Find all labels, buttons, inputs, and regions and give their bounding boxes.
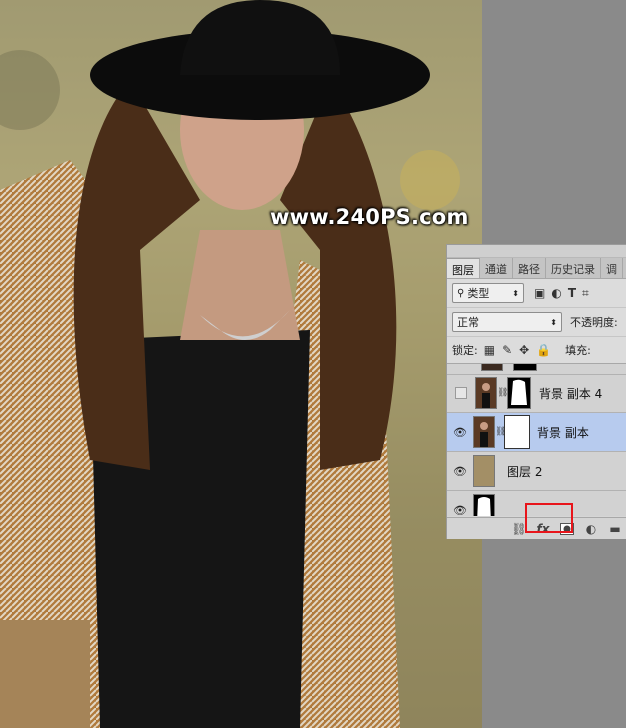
tab-paths[interactable]: 路径 [513,258,546,278]
layer-thumbnail [473,455,495,487]
layer-name: 背景 副本 4 [539,386,603,401]
panel-tabs: 图层 通道 路径 历史记录 调 [447,258,626,279]
layer-row-background-copy-4[interactable]: ⛓ 背景 副本 4 [447,374,626,413]
layer-mask-thumbnail[interactable] [507,377,531,409]
layer-name: 图层 2 [507,464,543,479]
adjustment-filter-icon[interactable]: ◐ [551,286,561,301]
tab-layers[interactable]: 图层 [447,258,480,278]
layers-list[interactable]: ⛓ 背景 副本 4 👁 ⛓ 背景 副本 👁 图层 2 👁 [447,364,626,516]
photo-illustration [0,0,482,728]
filter-type-value: 类型 [467,287,490,300]
lock-row: 锁定: ▦ ✎ ✥ 🔒 填充: [447,336,626,364]
visibility-toggle-off[interactable] [455,387,467,399]
type-filter-icon[interactable]: T [568,286,576,301]
folder-icon[interactable]: ▬ [607,521,623,537]
blend-mode-dropdown[interactable]: 正常 ⬍ [452,312,562,332]
fill-label: 填充: [565,344,591,357]
blend-row: 正常 ⬍ 不透明度: [447,307,626,336]
layers-panel[interactable]: 图层 通道 路径 历史记录 调 ⚲ 类型 ⬍ ▣ ◐ T ⌗ 正常 ⬍ 不透明度… [446,244,626,539]
layer-row-layer-2[interactable]: 👁 图层 2 [447,452,626,491]
layer-mask-thumbnail [513,364,537,371]
search-icon: ⚲ [457,287,465,299]
layer-name: 背景 副本 [537,425,589,440]
pixel-filter-icon[interactable]: ▣ [534,286,545,301]
blend-mode-value: 正常 [457,316,479,329]
lock-brush-icon[interactable]: ✎ [502,343,512,357]
tab-adjustments[interactable]: 调 [601,258,623,278]
highlight-box [525,503,573,533]
lock-all-icon[interactable]: 🔒 [536,343,551,357]
chain-icon[interactable]: ⛓ [497,388,508,398]
lock-transparent-icon[interactable]: ▦ [484,343,495,357]
layer-thumbnail [473,494,495,516]
shape-filter-icon[interactable]: ⌗ [582,286,589,301]
eye-icon[interactable]: 👁 [447,465,473,478]
panel-title-bar[interactable] [447,245,626,258]
document-canvas[interactable] [0,0,482,728]
watermark-text: www.240PS.com [270,205,469,229]
filter-row: ⚲ 类型 ⬍ ▣ ◐ T ⌗ [447,279,626,307]
chain-icon[interactable]: ⛓ [495,427,506,437]
dropdown-arrow-icon: ⬍ [550,317,557,327]
layer-thumbnail [475,377,497,409]
filter-type-dropdown[interactable]: ⚲ 类型 ⬍ [452,283,524,303]
eye-icon[interactable]: 👁 [447,426,473,439]
adjustment-icon[interactable]: ◐ [583,521,599,537]
layer-thumbnail [481,364,503,371]
lock-label: 锁定: [452,344,478,357]
layer-mask-thumbnail[interactable] [504,415,530,449]
layer-row-background-copy[interactable]: 👁 ⛓ 背景 副本 [447,413,626,452]
tab-channels[interactable]: 通道 [480,258,513,278]
tab-history[interactable]: 历史记录 [546,258,601,278]
dropdown-arrow-icon: ⬍ [512,288,519,298]
eye-icon[interactable]: 👁 [447,504,473,517]
layer-thumbnail [473,416,495,448]
opacity-label: 不透明度: [570,316,618,329]
lock-position-icon[interactable]: ✥ [519,343,529,357]
